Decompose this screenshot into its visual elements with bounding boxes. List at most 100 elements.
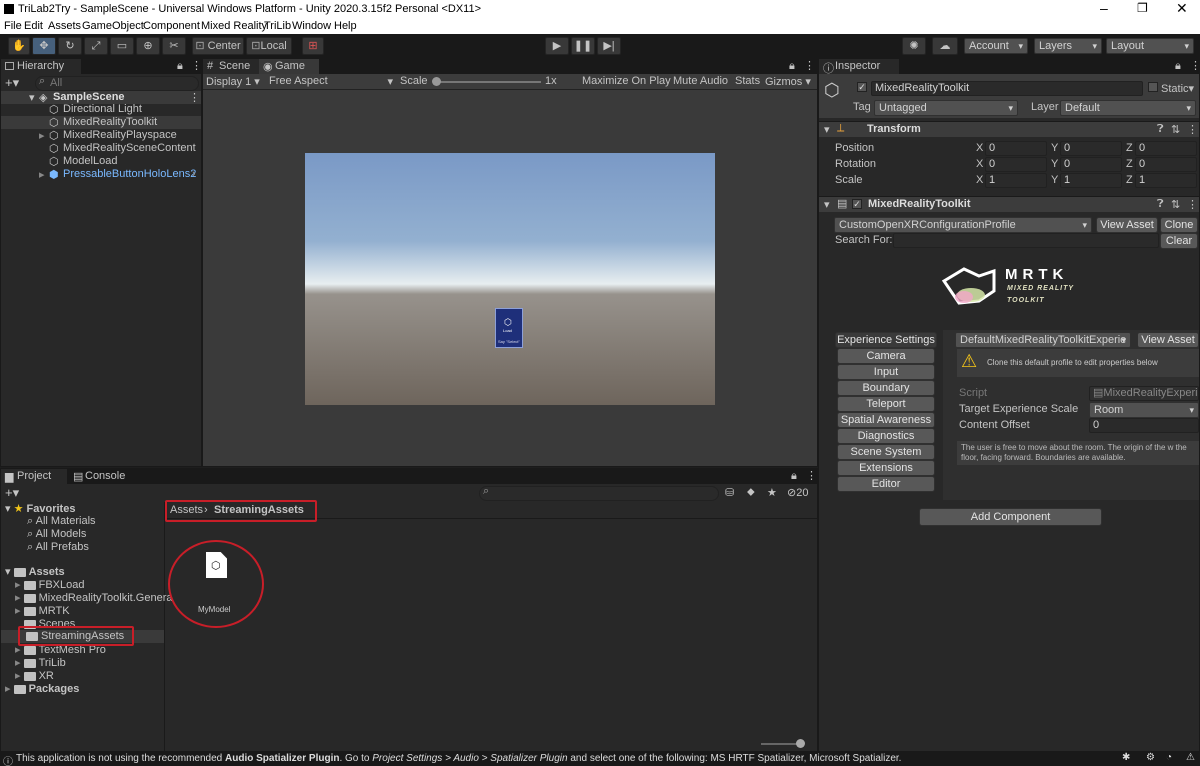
packages-row[interactable]: ▸ Packages bbox=[5, 682, 79, 695]
section-camera[interactable]: Camera bbox=[837, 348, 935, 364]
add-icon[interactable]: +▾ bbox=[5, 75, 19, 91]
add-component-button[interactable]: Add Component bbox=[919, 508, 1102, 526]
clear-button[interactable]: Clear bbox=[1160, 233, 1198, 249]
scale-x-field[interactable]: 1 bbox=[985, 173, 1047, 188]
favorites-row[interactable]: ▾ ★ Favorites bbox=[5, 502, 75, 515]
menu-trilib[interactable]: TriLib bbox=[264, 20, 291, 32]
services-icon[interactable]: ✺ bbox=[902, 37, 926, 55]
asset-folder-item[interactable]: ▸ MRTK bbox=[15, 604, 70, 617]
experience-profile-dropdown[interactable]: DefaultMixedRealityToolkitExperie bbox=[955, 332, 1131, 348]
hierarchy-item[interactable]: ⬡ ModelLoad bbox=[1, 155, 201, 168]
cloud-icon[interactable]: ☁ bbox=[932, 37, 958, 55]
hierarchy-search-input[interactable]: All bbox=[35, 76, 199, 91]
rotate-tool-icon[interactable]: ↻ bbox=[58, 37, 82, 55]
prefab-open-icon[interactable]: › bbox=[192, 168, 196, 180]
active-checkbox[interactable]: ✓ bbox=[857, 82, 867, 92]
hierarchy-item-selected[interactable]: ⬡ MixedRealityToolkit bbox=[1, 116, 201, 129]
layer-dropdown[interactable]: Default bbox=[1060, 100, 1196, 116]
component-menu-icon[interactable]: ⋮ bbox=[1187, 123, 1198, 136]
gizmos-dropdown[interactable]: Gizmos ▾ bbox=[765, 75, 811, 88]
layout-dropdown[interactable]: Layout bbox=[1106, 38, 1194, 54]
rotation-z-field[interactable]: 0 bbox=[1135, 157, 1197, 172]
tab-game[interactable]: ◉ Game bbox=[259, 59, 319, 74]
bake-icon[interactable]: ⚙ bbox=[1146, 752, 1155, 763]
stats-toggle[interactable]: Stats bbox=[735, 75, 760, 87]
position-x-field[interactable]: 0 bbox=[985, 141, 1047, 156]
pivot-center-button[interactable]: ⊡ Center bbox=[192, 37, 244, 55]
section-boundary[interactable]: Boundary bbox=[837, 380, 935, 396]
pause-button[interactable]: ❚❚ bbox=[571, 37, 595, 55]
tab-console[interactable]: ▤ Console bbox=[69, 469, 135, 484]
favorite-item[interactable]: ⌕ All Models bbox=[27, 528, 86, 541]
status-message[interactable]: This application is not using the recomm… bbox=[16, 753, 901, 764]
load-button[interactable]: ⬡ Load Say "Select" bbox=[495, 308, 523, 348]
layers-dropdown[interactable]: Layers bbox=[1034, 38, 1102, 54]
create-asset-icon[interactable]: +▾ bbox=[5, 485, 19, 501]
view-asset-button[interactable]: View Asset bbox=[1096, 217, 1158, 233]
tab-scene[interactable]: # Scene bbox=[203, 59, 259, 74]
clone-button[interactable]: Clone bbox=[1160, 217, 1198, 233]
restore-icon[interactable]: ❐ bbox=[1137, 1, 1148, 15]
menu-edit[interactable]: Edit bbox=[24, 20, 43, 32]
progress-icon[interactable]: ◔ bbox=[1166, 752, 1172, 763]
lock-icon[interactable]: 🔒︎ bbox=[791, 470, 797, 483]
menu-assets[interactable]: Assets bbox=[48, 20, 81, 32]
hierarchy-item[interactable]: ▸ ⬢ PressableButtonHoloLens2 › bbox=[1, 168, 201, 181]
debug-icon[interactable]: ✱ bbox=[1122, 752, 1130, 763]
help-icon[interactable]: ❓︎ bbox=[1157, 123, 1164, 136]
rect-tool-icon[interactable]: ▭ bbox=[110, 37, 134, 55]
section-scene-system[interactable]: Scene System bbox=[837, 444, 935, 460]
transform-header[interactable]: ▾ ⟂ Transform ❓︎ ⇅ ⋮ bbox=[819, 121, 1199, 137]
section-extensions[interactable]: Extensions bbox=[837, 460, 935, 476]
section-input[interactable]: Input bbox=[837, 364, 935, 380]
aspect-dropdown[interactable]: Free Aspect ▾ bbox=[269, 75, 393, 88]
tab-project[interactable]: ▆ Project bbox=[1, 469, 67, 484]
zoom-slider-track[interactable] bbox=[761, 743, 801, 745]
tab-hierarchy[interactable]: Hierarchy bbox=[1, 59, 81, 74]
hierarchy-item[interactable]: ⬡ MixedRealitySceneContent bbox=[1, 142, 201, 155]
help-icon[interactable]: ❓︎ bbox=[1157, 198, 1164, 211]
maximize-on-play-toggle[interactable]: Maximize On Play bbox=[582, 75, 671, 87]
menu-file[interactable]: File bbox=[4, 20, 22, 32]
rotation-y-field[interactable]: 0 bbox=[1060, 157, 1122, 172]
more-icon[interactable]: ⋮ bbox=[806, 469, 817, 482]
component-enabled-checkbox[interactable]: ✓ bbox=[852, 199, 862, 209]
section-diagnostics[interactable]: Diagnostics bbox=[837, 428, 935, 444]
section-teleport[interactable]: Teleport bbox=[837, 396, 935, 412]
menu-mixed-reality[interactable]: Mixed Reality bbox=[201, 20, 267, 32]
position-y-field[interactable]: 0 bbox=[1060, 141, 1122, 156]
menu-window[interactable]: Window bbox=[292, 20, 331, 32]
search-by-type-icon[interactable]: ⛁ bbox=[725, 486, 734, 499]
more-icon[interactable]: ⋮ bbox=[191, 59, 202, 72]
more-icon[interactable]: ⋮ bbox=[804, 59, 815, 72]
zoom-slider-handle[interactable] bbox=[796, 739, 805, 748]
favorite-item[interactable]: ⌕ All Prefabs bbox=[27, 541, 89, 554]
step-button[interactable]: ▶| bbox=[597, 37, 621, 55]
component-menu-icon[interactable]: ⋮ bbox=[1187, 198, 1198, 211]
assets-row[interactable]: ▾ Assets bbox=[5, 565, 65, 578]
play-button[interactable]: ▶ bbox=[545, 37, 569, 55]
tag-dropdown[interactable]: Untagged bbox=[874, 100, 1018, 116]
position-z-field[interactable]: 0 bbox=[1135, 141, 1197, 156]
rotation-x-field[interactable]: 0 bbox=[985, 157, 1047, 172]
mrtk-header[interactable]: ▾ ▤ ✓ MixedRealityToolkit ❓︎ ⇅ ⋮ bbox=[819, 196, 1199, 212]
section-experience-settings[interactable]: Experience Settings bbox=[835, 332, 937, 348]
hidden-packages-icon[interactable]: ⊘20 bbox=[787, 486, 808, 499]
scale-y-field[interactable]: 1 bbox=[1060, 173, 1122, 188]
asset-folder-item[interactable]: ▸ TriLib bbox=[15, 656, 66, 669]
static-checkbox[interactable] bbox=[1148, 82, 1158, 92]
search-by-label-icon[interactable]: ⬥ bbox=[747, 486, 755, 499]
asset-folder-item[interactable]: ▸ FBXLoad bbox=[15, 578, 84, 591]
content-offset-field[interactable]: 0 bbox=[1089, 418, 1199, 433]
account-dropdown[interactable]: Account bbox=[964, 38, 1028, 54]
mute-audio-toggle[interactable]: Mute Audio bbox=[673, 75, 728, 87]
collapsed-arrow-icon[interactable]: ▸ bbox=[39, 129, 45, 142]
asset-folder-item[interactable]: ▸ MixedRealityToolkit.Genera bbox=[15, 591, 172, 604]
game-viewport[interactable]: ⬡ Load Say "Select" bbox=[305, 153, 715, 405]
preset-icon[interactable]: ⇅ bbox=[1171, 198, 1180, 211]
static-dropdown[interactable]: Static▾ bbox=[1161, 82, 1194, 95]
tab-inspector[interactable]: ⓘ Inspector bbox=[819, 59, 899, 75]
lock-icon[interactable]: 🔒︎ bbox=[177, 60, 183, 73]
more-icon[interactable]: ⋮ bbox=[1190, 59, 1200, 72]
pivot-local-button[interactable]: ⊡Local bbox=[246, 37, 292, 55]
